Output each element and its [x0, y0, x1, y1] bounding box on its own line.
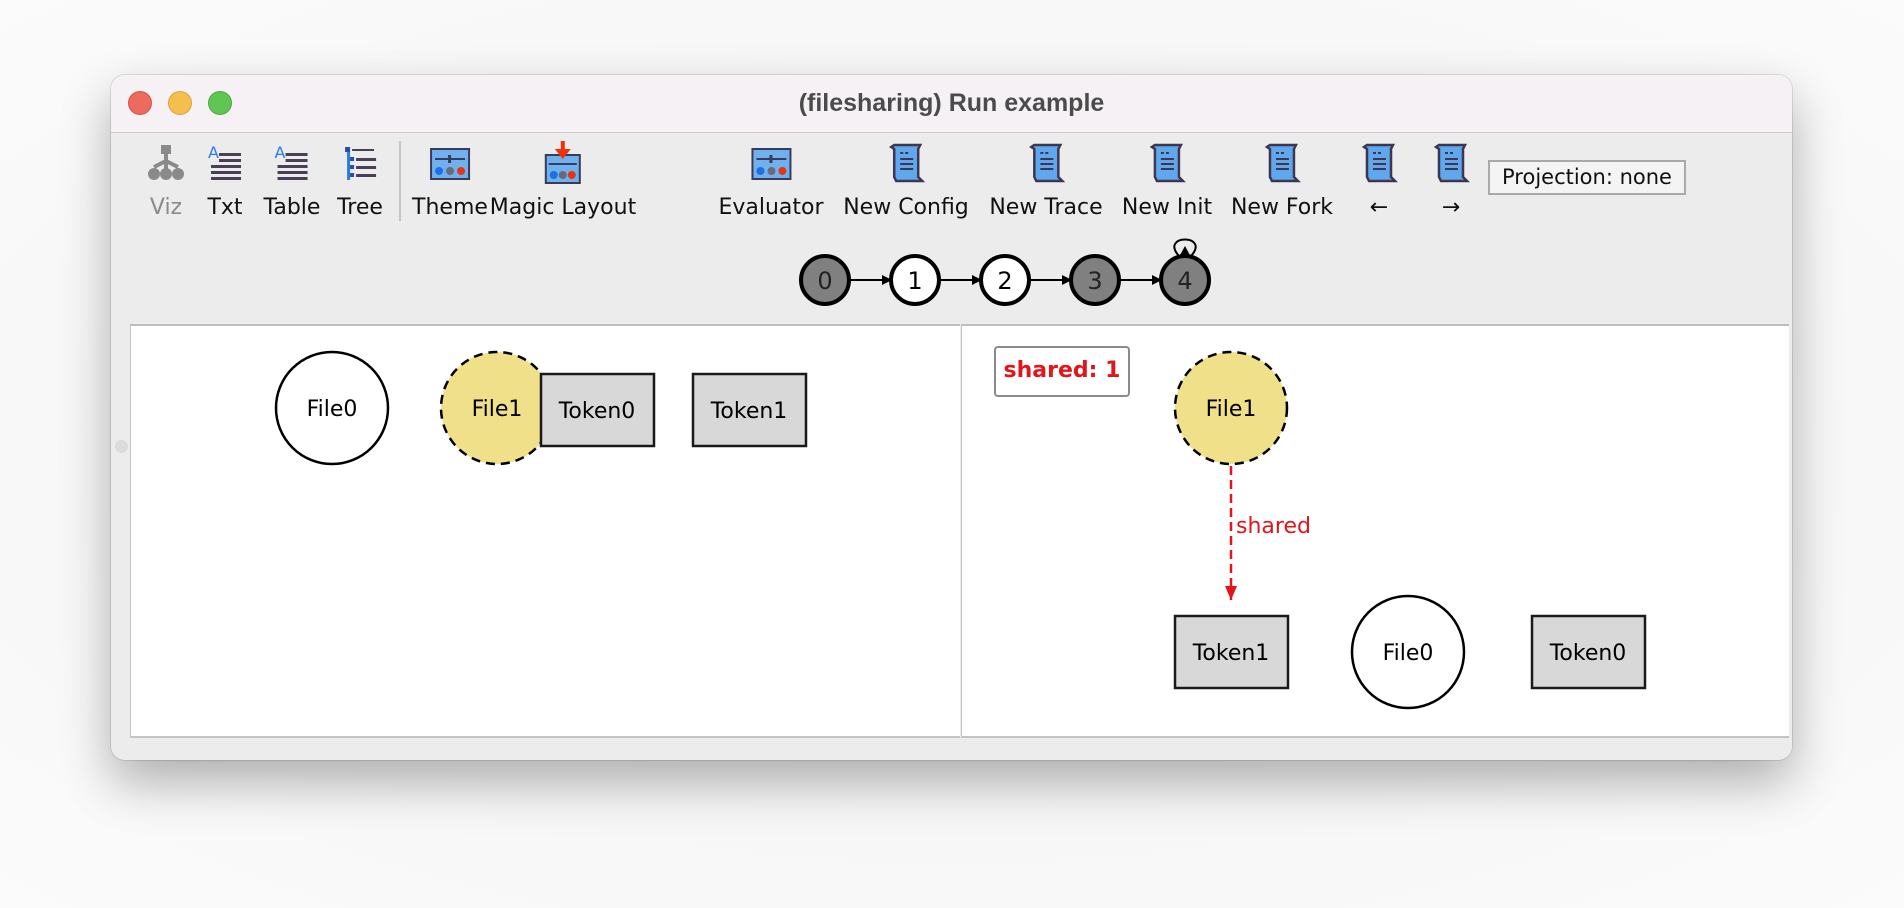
svg-text:A: A	[208, 143, 219, 162]
atom-file1[interactable]: File1	[439, 350, 555, 466]
atom-token1[interactable]: Token1	[691, 372, 808, 448]
new-trace-label: New Trace	[989, 195, 1103, 220]
edge-label: shared	[1236, 514, 1311, 539]
trace-state-label: 1	[907, 267, 922, 295]
evaluator-button[interactable]: Evaluator	[718, 135, 824, 245]
scroll-icon	[1028, 143, 1066, 183]
new-init-label: New Init	[1121, 195, 1213, 220]
tree-button[interactable]: Tree	[337, 135, 383, 245]
trace-self-loop-arrow	[1179, 246, 1191, 257]
projection-dropdown[interactable]: Projection: none	[1488, 160, 1686, 195]
right-graph-panel: shared: 1 shared File1 Token1 File0 Token0	[961, 324, 1789, 738]
scroll-icon	[1361, 143, 1399, 183]
txt-label: Txt	[207, 195, 243, 220]
trace-state-4[interactable]: 4	[1159, 238, 1211, 306]
atom-file0[interactable]: File0	[274, 350, 390, 466]
new-trace-button[interactable]: New Trace	[989, 135, 1103, 245]
tree-label: Tree	[337, 195, 383, 220]
new-init-button[interactable]: New Init	[1122, 135, 1212, 245]
viz-button[interactable]: Viz	[144, 135, 188, 245]
new-fork-label: New Fork	[1230, 195, 1334, 220]
left-graph-panel: File0 File1 Token0 Token1	[130, 324, 960, 738]
atom-label: Token0	[1549, 641, 1627, 666]
scroll-icon	[1433, 143, 1471, 183]
evaluator-icon	[750, 148, 791, 180]
evaluator-label: Evaluator	[718, 195, 824, 220]
new-config-label: New Config	[843, 195, 969, 220]
trace-state-label: 3	[1087, 267, 1102, 295]
atom-label: Token0	[558, 399, 636, 424]
window-title: (filesharing) Run example	[798, 89, 1105, 117]
trace-state-label: 0	[817, 267, 832, 295]
magic-layout-label: Magic Layout	[489, 195, 637, 220]
prev-arrow-label: ←	[1369, 195, 1389, 220]
magic-layout-button[interactable]: Magic Layout	[490, 135, 636, 245]
table-label: Table	[263, 195, 321, 220]
txt-button[interactable]: A Txt	[203, 135, 247, 245]
left-graph: File0 File1 Token0 Token1	[274, 350, 808, 466]
toolbar-separator	[399, 141, 401, 221]
atom-file0[interactable]: File0	[1350, 594, 1466, 710]
next-arrow-label: →	[1441, 195, 1461, 220]
atom-file1[interactable]: File1	[1173, 350, 1289, 466]
trace-state-2[interactable]: 2	[979, 254, 1031, 306]
text-icon: A	[208, 143, 241, 180]
atom-label: File0	[307, 397, 358, 422]
atom-label: File1	[472, 397, 523, 422]
atom-label: Token1	[710, 399, 788, 424]
atom-token1[interactable]: Token1	[1173, 614, 1290, 690]
table-button[interactable]: A Table	[264, 135, 321, 245]
theme-label: Theme	[412, 195, 488, 220]
splitter-handle[interactable]	[115, 440, 128, 453]
title-bar: (filesharing) Run example	[111, 75, 1792, 133]
atom-label: File0	[1383, 641, 1434, 666]
trace-state-1[interactable]: 1	[889, 254, 941, 306]
theme-icon	[429, 148, 470, 180]
atom-label: File1	[1206, 397, 1257, 422]
trace-state-3[interactable]: 3	[1069, 254, 1121, 306]
prev-state-button[interactable]: ←	[1357, 135, 1401, 245]
magic-layout-icon	[544, 141, 581, 184]
svg-text:A: A	[275, 143, 286, 162]
new-config-button[interactable]: New Config	[843, 135, 969, 245]
new-fork-button[interactable]: New Fork	[1231, 135, 1333, 245]
atom-token0[interactable]: Token0	[539, 372, 656, 448]
viz-label: Viz	[149, 195, 183, 220]
scroll-icon	[888, 143, 926, 183]
theme-button[interactable]: Theme	[412, 135, 488, 245]
tree-icon	[345, 147, 376, 180]
app-window: (filesharing) Run example Viz A Txt A Ta…	[111, 75, 1792, 760]
trace-state-label: 4	[1177, 267, 1192, 295]
right-graph: shared File1 Token1 File0 Token0	[1173, 350, 1647, 710]
trace-state-0[interactable]: 0	[799, 254, 851, 306]
viz-tree-icon	[148, 145, 184, 180]
next-state-button[interactable]: →	[1429, 135, 1473, 245]
atom-label: Token1	[1192, 641, 1270, 666]
scroll-icon	[1149, 143, 1187, 183]
atom-token0[interactable]: Token0	[1530, 614, 1647, 690]
scroll-icon	[1264, 143, 1302, 183]
table-icon: A	[275, 143, 308, 180]
trace-state-label: 2	[997, 267, 1012, 295]
